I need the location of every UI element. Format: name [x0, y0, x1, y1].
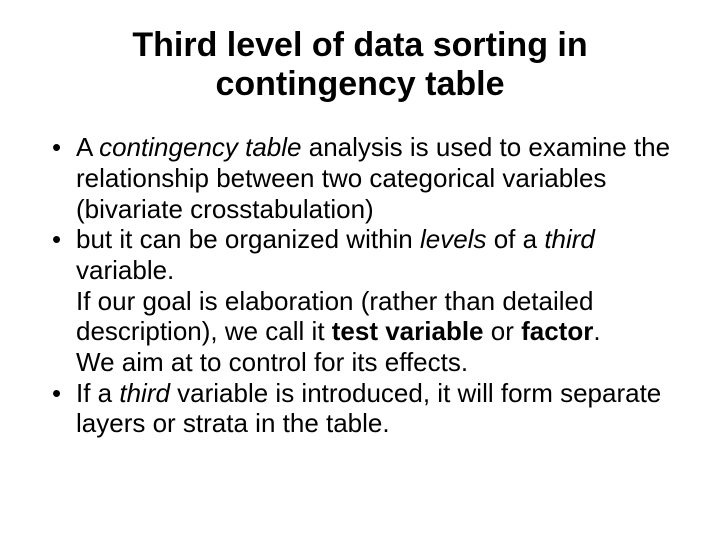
- text: but it can be organized within: [76, 224, 420, 254]
- bold-text: factor: [521, 316, 593, 346]
- text: variable.: [76, 255, 174, 285]
- text: We aim at to control for its effects.: [76, 347, 468, 377]
- text: If a: [76, 378, 119, 408]
- italic-text: third: [119, 378, 170, 408]
- slide: Third level of data sorting in contingen…: [0, 0, 720, 540]
- text: A: [76, 132, 99, 162]
- text: or: [484, 316, 522, 346]
- bullet-item: A contingency table analysis is used to …: [48, 132, 672, 224]
- italic-text: levels: [420, 224, 486, 254]
- slide-title: Third level of data sorting in contingen…: [48, 26, 672, 104]
- bullet-item: If a third variable is introduced, it wi…: [48, 378, 672, 439]
- text: of a: [486, 224, 544, 254]
- bullet-list: A contingency table analysis is used to …: [48, 132, 672, 439]
- italic-text: third: [544, 224, 595, 254]
- italic-text: contingency table: [99, 132, 301, 162]
- bullet-item: but it can be organized within levels of…: [48, 224, 672, 377]
- text: .: [593, 316, 600, 346]
- bold-text: test variable: [332, 316, 484, 346]
